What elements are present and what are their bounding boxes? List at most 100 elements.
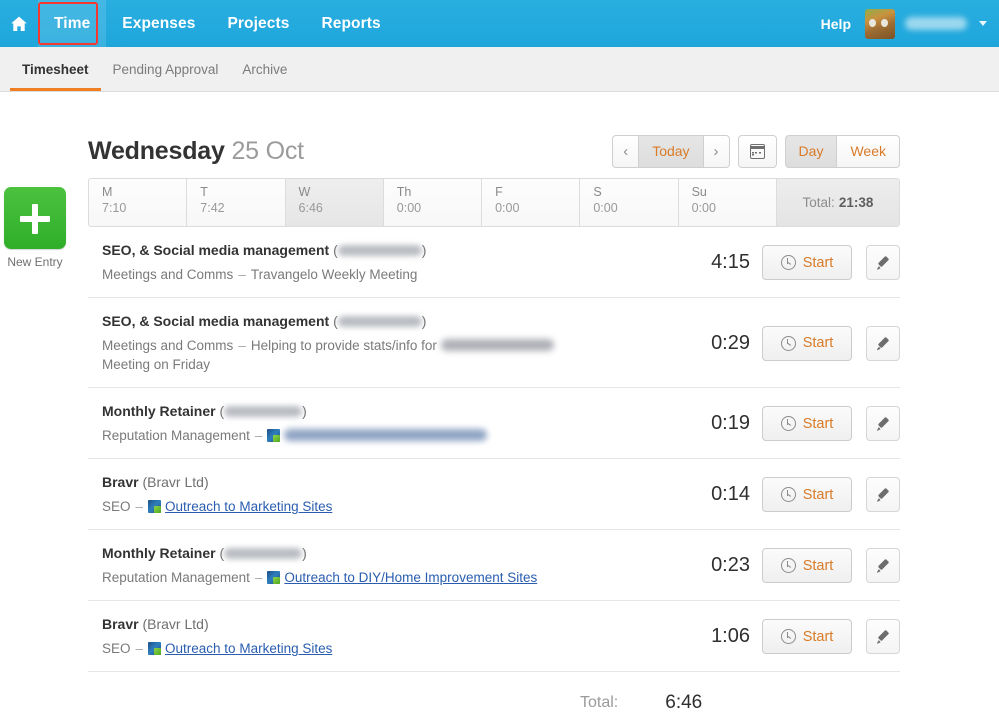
view-week-button[interactable]: Week — [837, 134, 900, 168]
view-day-button[interactable]: Day — [784, 134, 838, 168]
avatar[interactable] — [865, 8, 895, 39]
clock-icon — [780, 416, 796, 431]
entry-note-link[interactable]: Outreach to Marketing Sites — [165, 499, 332, 514]
day-total-value: 6:46 — [665, 692, 703, 713]
table-row[interactable]: Monthly Retainer () Reputation Managemen… — [88, 388, 900, 459]
week-day-mon-hours: 7:10 — [102, 201, 127, 215]
nav-item-projects[interactable]: Projects — [211, 0, 305, 47]
prev-day-button[interactable]: ‹ — [612, 134, 640, 168]
nav-item-time-label: Time — [54, 14, 91, 32]
entry-duration: 0:23 — [711, 554, 750, 576]
tab-timesheet-label: Timesheet — [22, 61, 89, 77]
week-day-thu-hours: 0:00 — [396, 201, 422, 215]
date-day-month: 25 Oct — [231, 136, 304, 165]
entry-note: Helping to provide stats/info for — [250, 338, 441, 353]
edit-entry-button[interactable] — [866, 548, 900, 583]
nav-item-reports-label: Reports — [321, 14, 381, 32]
username-label[interactable] — [905, 17, 967, 30]
next-day-button[interactable]: › — [703, 134, 730, 168]
week-day-wed[interactable]: W 6:46 — [285, 179, 384, 226]
table-row[interactable]: Bravr (Bravr Ltd) SEO – Outreach to Market… — [88, 601, 900, 672]
nav-item-expenses[interactable]: Expenses — [106, 0, 211, 47]
start-timer-button[interactable]: Start — [762, 245, 852, 280]
week-strip: M 7:10 T 7:42 W 6:46 Th 0:00 F 0:00 S 0:… — [88, 178, 900, 227]
top-navigation-bar: Time Expenses Projects Reports Help — [0, 0, 999, 47]
nav-item-time[interactable]: Time — [38, 0, 107, 47]
start-timer-label: Start — [802, 628, 834, 645]
edit-entry-button[interactable] — [866, 325, 900, 361]
entry-title: Bravr (Bravr Ltd) — [102, 615, 666, 634]
today-button[interactable]: Today — [639, 134, 704, 168]
new-entry-button[interactable] — [4, 187, 66, 249]
entry-note-link[interactable]: Outreach to DIY/Home Improvement Sites — [284, 570, 537, 585]
table-row[interactable]: Bravr (Bravr Ltd) SEO – Outreach to Market… — [88, 459, 900, 530]
entry-dash: – — [238, 267, 246, 282]
entry-client-name: (Bravr Ltd) — [142, 474, 209, 490]
entry-duration: 4:15 — [711, 251, 750, 273]
task-icon — [148, 500, 162, 513]
sub-navigation-bar: Timesheet Pending Approval Archive — [0, 47, 999, 92]
week-day-mon[interactable]: M 7:10 — [89, 179, 188, 226]
start-timer-button[interactable]: Start — [762, 548, 852, 583]
week-day-thu[interactable]: Th 0:00 — [384, 179, 483, 226]
entry-dash: – — [238, 338, 246, 353]
entry-note-redacted-link[interactable] — [284, 429, 488, 441]
timesheet-content: Wednesday 25 Oct ‹ Today › Day Week M 7:… — [88, 92, 900, 714]
entry-details: SEO, & Social media management () Meetin… — [102, 312, 676, 374]
entry-duration: 0:29 — [711, 331, 750, 354]
entry-subtitle: Reputation Management – Outreach to DIY/Ho… — [102, 568, 666, 587]
new-entry-label: New Entry — [7, 255, 63, 269]
pencil-icon — [876, 255, 891, 270]
clock-icon — [780, 487, 796, 502]
clock-icon — [780, 558, 796, 573]
edit-entry-button[interactable] — [866, 477, 900, 512]
entry-task: Meetings and Comms — [102, 338, 234, 353]
date-controls: ‹ Today › Day Week — [612, 134, 900, 168]
tab-pending-approval[interactable]: Pending Approval — [101, 47, 231, 91]
start-timer-button[interactable]: Start — [762, 619, 852, 654]
clock-icon — [780, 629, 796, 644]
edit-entry-button[interactable] — [866, 406, 900, 441]
start-timer-button[interactable]: Start — [762, 325, 852, 361]
entry-title: Monthly Retainer () — [102, 402, 666, 421]
week-day-fri[interactable]: F 0:00 — [482, 179, 581, 226]
week-day-wed-name: W — [298, 185, 311, 199]
top-nav-items: Time Expenses Projects Reports — [0, 0, 397, 47]
pencil-icon — [876, 336, 891, 351]
entry-note: Travangelo Weekly Meeting — [250, 267, 418, 282]
help-link[interactable]: Help — [821, 16, 855, 32]
tab-timesheet[interactable]: Timesheet — [10, 47, 101, 91]
entry-details: Bravr (Bravr Ltd) SEO – Outreach to Market… — [102, 615, 676, 658]
week-day-mon-name: M — [102, 185, 113, 199]
entry-client-name: () — [219, 403, 307, 419]
table-row[interactable]: SEO, & Social media management () Meetin… — [88, 298, 900, 388]
entry-subtitle: Meetings and Comms – Helping to provide st… — [102, 336, 666, 374]
entry-task: Meetings and Comms — [102, 267, 234, 282]
edit-entry-button[interactable] — [866, 245, 900, 280]
calendar-picker-button[interactable] — [737, 134, 777, 168]
table-row[interactable]: Monthly Retainer () Reputation Managemen… — [88, 530, 900, 601]
tab-archive[interactable]: Archive — [230, 47, 299, 91]
nav-item-reports[interactable]: Reports — [305, 0, 396, 47]
start-timer-button[interactable]: Start — [762, 477, 852, 512]
week-day-sun[interactable]: Su 0:00 — [679, 179, 777, 226]
entry-dash: – — [254, 570, 263, 585]
start-timer-button[interactable]: Start — [762, 406, 852, 441]
chevron-down-icon[interactable] — [979, 21, 987, 26]
home-icon[interactable] — [0, 0, 38, 47]
tab-pending-approval-label: Pending Approval — [112, 61, 219, 77]
week-day-sat[interactable]: S 0:00 — [580, 179, 679, 226]
week-day-thu-name: Th — [396, 185, 412, 199]
start-timer-label: Start — [802, 335, 834, 351]
pencil-icon — [876, 558, 891, 573]
edit-entry-button[interactable] — [866, 619, 900, 654]
entry-dash: – — [135, 641, 144, 656]
entry-title: Monthly Retainer () — [102, 544, 666, 563]
entry-title: Bravr (Bravr Ltd) — [102, 473, 666, 492]
table-row[interactable]: SEO, & Social media management () Meetin… — [88, 227, 900, 298]
entry-note-link[interactable]: Outreach to Marketing Sites — [165, 641, 332, 656]
entry-duration: 0:19 — [711, 412, 750, 434]
page-title: Wednesday 25 Oct — [88, 137, 304, 166]
week-day-tue[interactable]: T 7:42 — [187, 179, 286, 226]
week-day-sun-hours: 0:00 — [691, 201, 716, 215]
